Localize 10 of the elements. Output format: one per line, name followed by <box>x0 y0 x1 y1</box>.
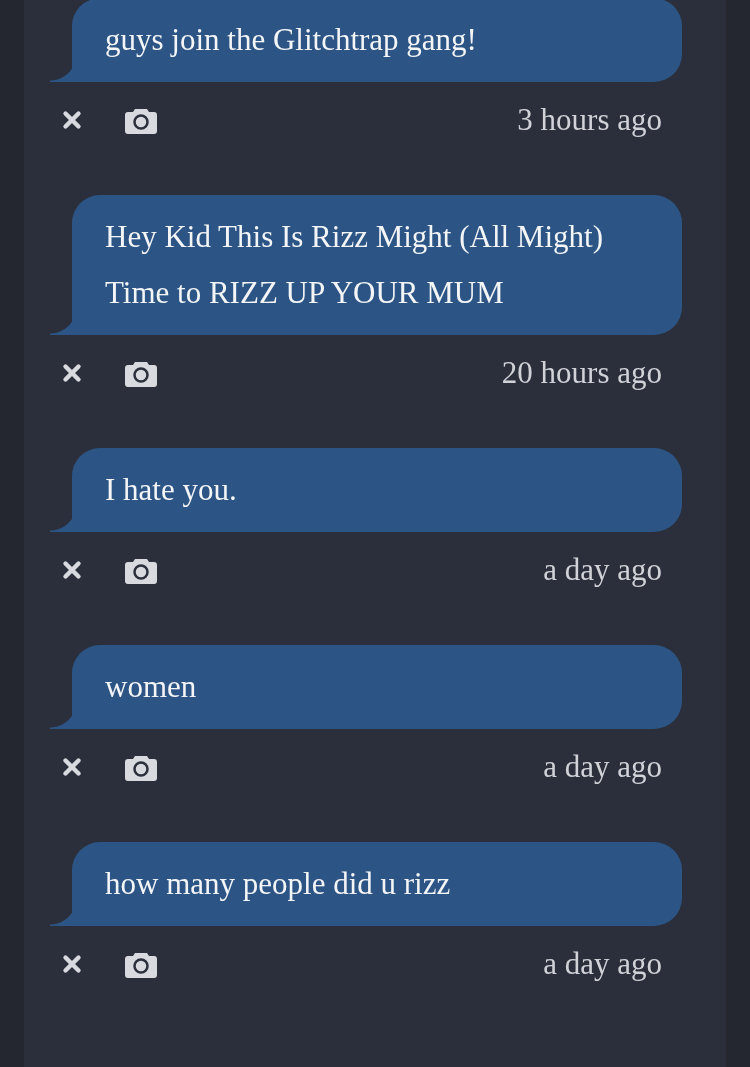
timestamp: 3 hours ago <box>517 101 662 138</box>
message-bubble: how many people did u rizz <box>50 842 682 926</box>
message-bubble: Hey Kid This Is Rizz Might (All Might) Time to RIZZ UP YOUR MUM <box>50 195 682 335</box>
message-bubble: I hate you. <box>50 448 682 532</box>
message-bubble: guys join the Glitchtrap gang! <box>50 0 682 82</box>
message-bubble: women <box>50 645 682 729</box>
timestamp: a day ago <box>543 748 662 785</box>
timestamp: 20 hours ago <box>501 354 662 391</box>
timestamp: a day ago <box>543 551 662 588</box>
timestamp: a day ago <box>543 945 662 982</box>
